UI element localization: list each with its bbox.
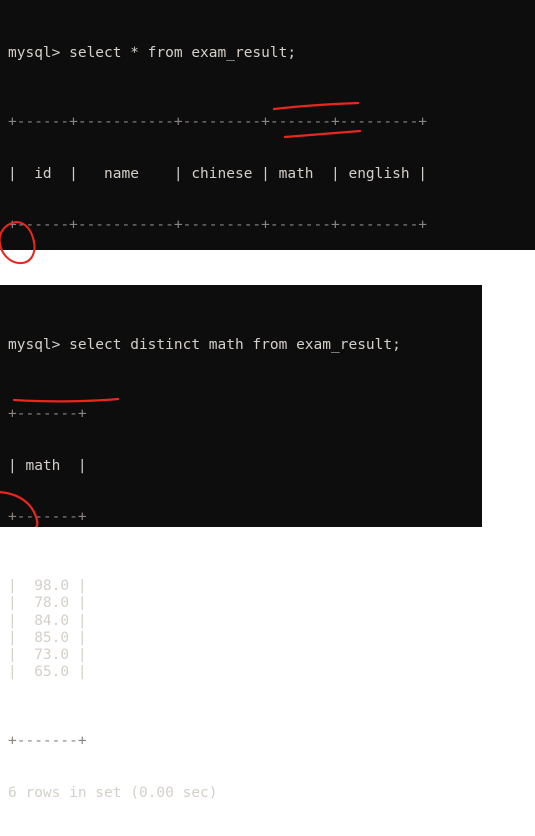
terminal-block-select-all: mysql> select name, chinese + english + … (0, 0, 535, 526)
distinct-table-header-row: | math | (8, 457, 87, 474)
list-item: | 73.0 | (8, 646, 87, 663)
distinct-table-border-bottom: +-------+ (8, 732, 87, 749)
table-border-mid: +------+-----------+---------+-------+--… (8, 217, 428, 234)
distinct-table-body: | 98.0 | | 78.0 | | 84.0 | | 85.0 | | 73.0 |… (0, 578, 482, 681)
list-item: | 84.0 | (8, 612, 87, 629)
list-item: | 98.0 | (8, 578, 87, 595)
prompt-line-select-all: mysql> select * from exam_result; (8, 45, 297, 62)
list-item: | 78.0 | (8, 595, 87, 612)
table-header-row: | id | name | chinese | math | english | (8, 165, 428, 182)
distinct-table-border-mid: +-------+ (8, 509, 87, 526)
status-line-6-rows: 6 rows in set (0.00 sec) (8, 784, 218, 801)
table-border-top: +------+-----------+---------+-------+--… (8, 114, 428, 131)
distinct-table-border-top: +-------+ (8, 406, 87, 423)
list-item: | 65.0 | (8, 664, 87, 681)
clipped-previous-command: mysql> select name, chinese + english + … (0, 0, 535, 9)
list-item: | 85.0 | (8, 629, 87, 646)
prompt-line-select-distinct: mysql> select distinct math from exam_re… (8, 337, 401, 354)
terminal-block-select-distinct: mysql> select distinct math from exam_re… (0, 285, 482, 801)
